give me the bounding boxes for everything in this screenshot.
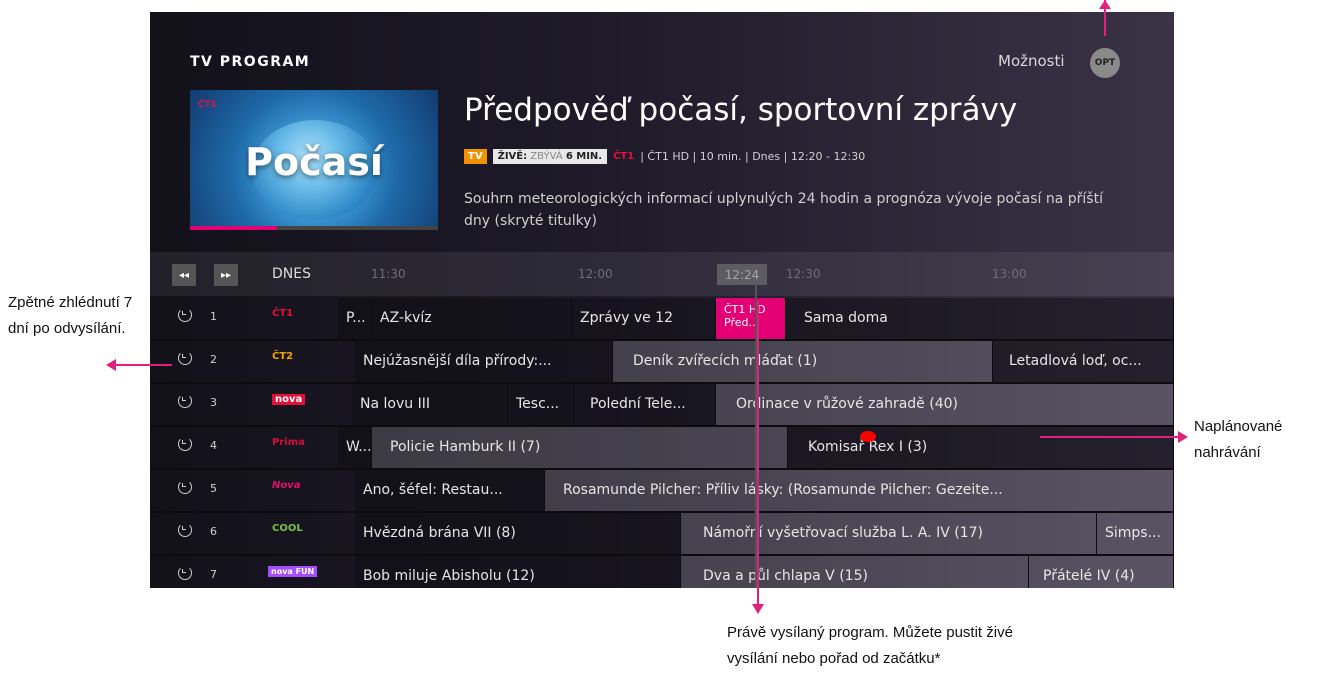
tv-guide-screen: TV PROGRAM Možnosti OPT ČT1 Počasí Předp…	[150, 12, 1174, 588]
program-cell[interactable]: Námořní vyšetřovací služba L. A. IV (17)	[681, 513, 1097, 554]
tv-tag: TV	[464, 149, 487, 164]
catchup-icon	[178, 308, 192, 322]
channel-row: 1 ČT1 P... AZ-kvíz Zprávy ve 12 ČT1 HD P…	[150, 298, 1174, 339]
program-cell[interactable]: AZ-kvíz	[372, 298, 572, 339]
catchup-icon	[178, 437, 192, 451]
program-cell[interactable]: Letadlová loď, oc...	[993, 341, 1174, 382]
program-cell[interactable]: Sama doma	[786, 298, 1174, 339]
thumbnail-channel-logo: ČT1	[198, 100, 218, 110]
live-callout: Právě vysílaný program. Můžete pustit ži…	[727, 624, 1013, 667]
channel-logo: ČT1	[272, 308, 294, 319]
program-cell[interactable]: Na lovu III	[352, 384, 508, 425]
catchup-icon	[178, 566, 192, 580]
annotation-arrowhead	[1099, 0, 1111, 9]
program-cell[interactable]: Dva a půl chlapa V (15)	[681, 556, 1029, 588]
forward-icon: ▸▸	[220, 269, 232, 281]
options-button[interactable]: OPT	[1090, 48, 1120, 78]
live-badge: ŽIVĚ: ZBÝVÁ 6 MIN.	[492, 149, 608, 164]
playback-progress-fill	[190, 226, 277, 230]
program-cell[interactable]: Ordinace v růžové zahradě (40)	[716, 384, 1174, 425]
forward-button[interactable]: ▸▸	[214, 264, 238, 286]
recording-arrowhead	[1178, 431, 1188, 443]
channel-logo: Nova	[272, 480, 301, 491]
recording-arrow	[1040, 436, 1180, 438]
program-cell[interactable]: P...	[338, 298, 372, 339]
time-tick: 12:30	[786, 267, 821, 281]
options-label[interactable]: Možnosti	[998, 52, 1065, 70]
channel-logo: nova	[272, 394, 306, 405]
channel-number: 2	[210, 353, 217, 366]
catchup-arrowhead	[106, 359, 116, 371]
program-cell[interactable]: Policie Hamburk II (7)	[372, 427, 788, 468]
channel-row: 4 Prima W... Policie Hamburk II (7) Komi…	[150, 427, 1174, 468]
rewind-button[interactable]: ◂◂	[172, 264, 196, 286]
channel-logo: Prima	[272, 437, 305, 448]
channel-logo: nova FUN	[268, 566, 318, 577]
catchup-icon	[178, 523, 192, 537]
program-thumbnail[interactable]: ČT1 Počasí	[190, 90, 438, 230]
catchup-icon	[178, 480, 192, 494]
live-label: ŽIVĚ:	[497, 151, 528, 162]
channel-row: 3 nova Na lovu III Tesc... Polední Tele.…	[150, 384, 1174, 425]
catchup-arrow	[114, 364, 172, 366]
catchup-icon	[178, 394, 192, 408]
live-program-cell[interactable]: ČT1 HD Před...	[716, 298, 786, 339]
channel-row: 7 nova FUN Bob miluje Abisholu (12) Dva …	[150, 556, 1174, 588]
program-cell[interactable]: Polední Tele...	[574, 384, 716, 425]
catchup-icon	[178, 351, 192, 365]
program-meta-text: | ČT1 HD | 10 min. | Dnes | 12:20 - 12:3…	[640, 150, 866, 163]
program-cell[interactable]: Simps...	[1097, 513, 1174, 554]
channel-number: 7	[210, 568, 217, 581]
catchup-callout: Zpětné zhlédnutí 7 dní po odvysílání.	[8, 294, 133, 337]
program-cell[interactable]: Komisař Rex I (3)	[788, 427, 1174, 468]
day-label: DNES	[272, 266, 311, 282]
program-cell[interactable]: Nejúžasnější díla přírody:...	[355, 341, 613, 382]
thumbnail-title: Počasí	[245, 140, 383, 184]
channel-number: 1	[210, 310, 217, 323]
channel-logo: ČT1	[613, 151, 635, 162]
live-arrowhead	[752, 604, 764, 614]
playback-progress-bar	[190, 226, 438, 230]
remaining-value: 6 MIN.	[565, 151, 603, 162]
program-cell[interactable]: Zprávy ve 12	[572, 298, 716, 339]
channel-row: 5 Nova Ano, šéfel: Restau... Rosamunde P…	[150, 470, 1174, 511]
channel-number: 5	[210, 482, 217, 495]
program-description: Souhrn meteorologických informací uplynu…	[464, 191, 1103, 229]
program-cell[interactable]: Hvězdná brána VII (8)	[355, 513, 681, 554]
channel-row: 6 COOL Hvězdná brána VII (8) Námořní vyš…	[150, 513, 1174, 554]
time-tick: 12:00	[578, 267, 613, 281]
time-tick: 13:00	[992, 267, 1027, 281]
channel-logo: ČT2	[272, 351, 294, 362]
channel-number: 6	[210, 525, 217, 538]
remaining-label: ZBÝVÁ	[530, 151, 563, 162]
program-cell[interactable]: Přátelé IV (4)	[1029, 556, 1174, 588]
current-time-marker: 12:24	[717, 264, 767, 285]
recording-callout: Naplánované nahrávání	[1194, 418, 1283, 461]
program-cell[interactable]: Rosamunde Pilcher: Příliv lásky: (Rosamu…	[545, 470, 1174, 511]
channel-row: 2 ČT2 Nejúžasnější díla přírody:... Dení…	[150, 341, 1174, 382]
live-arrow	[757, 300, 759, 606]
channel-number: 4	[210, 439, 217, 452]
program-cell[interactable]: Ano, šéfel: Restau...	[355, 470, 545, 511]
time-tick: 11:30	[371, 267, 406, 281]
scheduled-recording-icon[interactable]	[860, 431, 876, 442]
program-meta: TV ŽIVĚ: ZBÝVÁ 6 MIN. ČT1 | ČT1 HD | 10 …	[464, 149, 865, 164]
timeline-bar: ◂◂ ▸▸ DNES 11:30 12:00 12:24 12:30 13:00	[150, 252, 1174, 296]
channel-logo: COOL	[272, 523, 303, 534]
channel-number: 3	[210, 396, 217, 409]
program-cell[interactable]: Tesc...	[508, 384, 574, 425]
program-cell[interactable]: Bob miluje Abisholu (12)	[355, 556, 681, 588]
page-title: TV PROGRAM	[190, 54, 311, 70]
program-cell[interactable]: W...	[338, 427, 372, 468]
rewind-icon: ◂◂	[178, 269, 190, 281]
program-cell[interactable]: Deník zvířecích mláďat (1)	[613, 341, 993, 382]
program-title: Předpověď počasí, sportovní zprávy	[464, 92, 1018, 128]
